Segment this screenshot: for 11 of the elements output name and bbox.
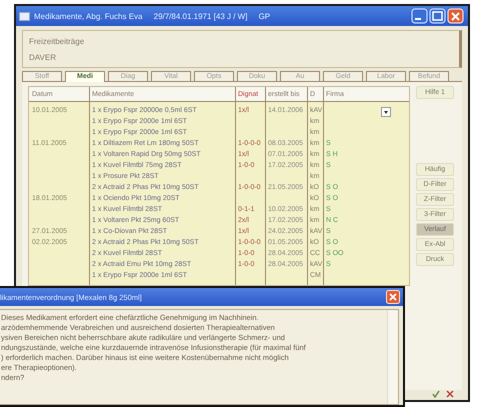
maximize-icon[interactable]: [430, 8, 446, 24]
scrollbar[interactable]: [387, 310, 398, 404]
header-label: Freizeitbeiträge: [29, 36, 86, 46]
close-icon[interactable]: [386, 290, 400, 304]
cancel-icon[interactable]: [446, 390, 454, 398]
confirm-icon[interactable]: [432, 390, 440, 398]
window-title: Medikamente, Abg. Fuchs Eva 29/7/84.01.1971 [43 J / W] GP: [34, 12, 272, 20]
header-value: DAVER: [29, 52, 57, 62]
close-icon[interactable]: [448, 8, 464, 24]
app-icon: [19, 12, 30, 20]
minimize-icon[interactable]: [412, 8, 428, 24]
